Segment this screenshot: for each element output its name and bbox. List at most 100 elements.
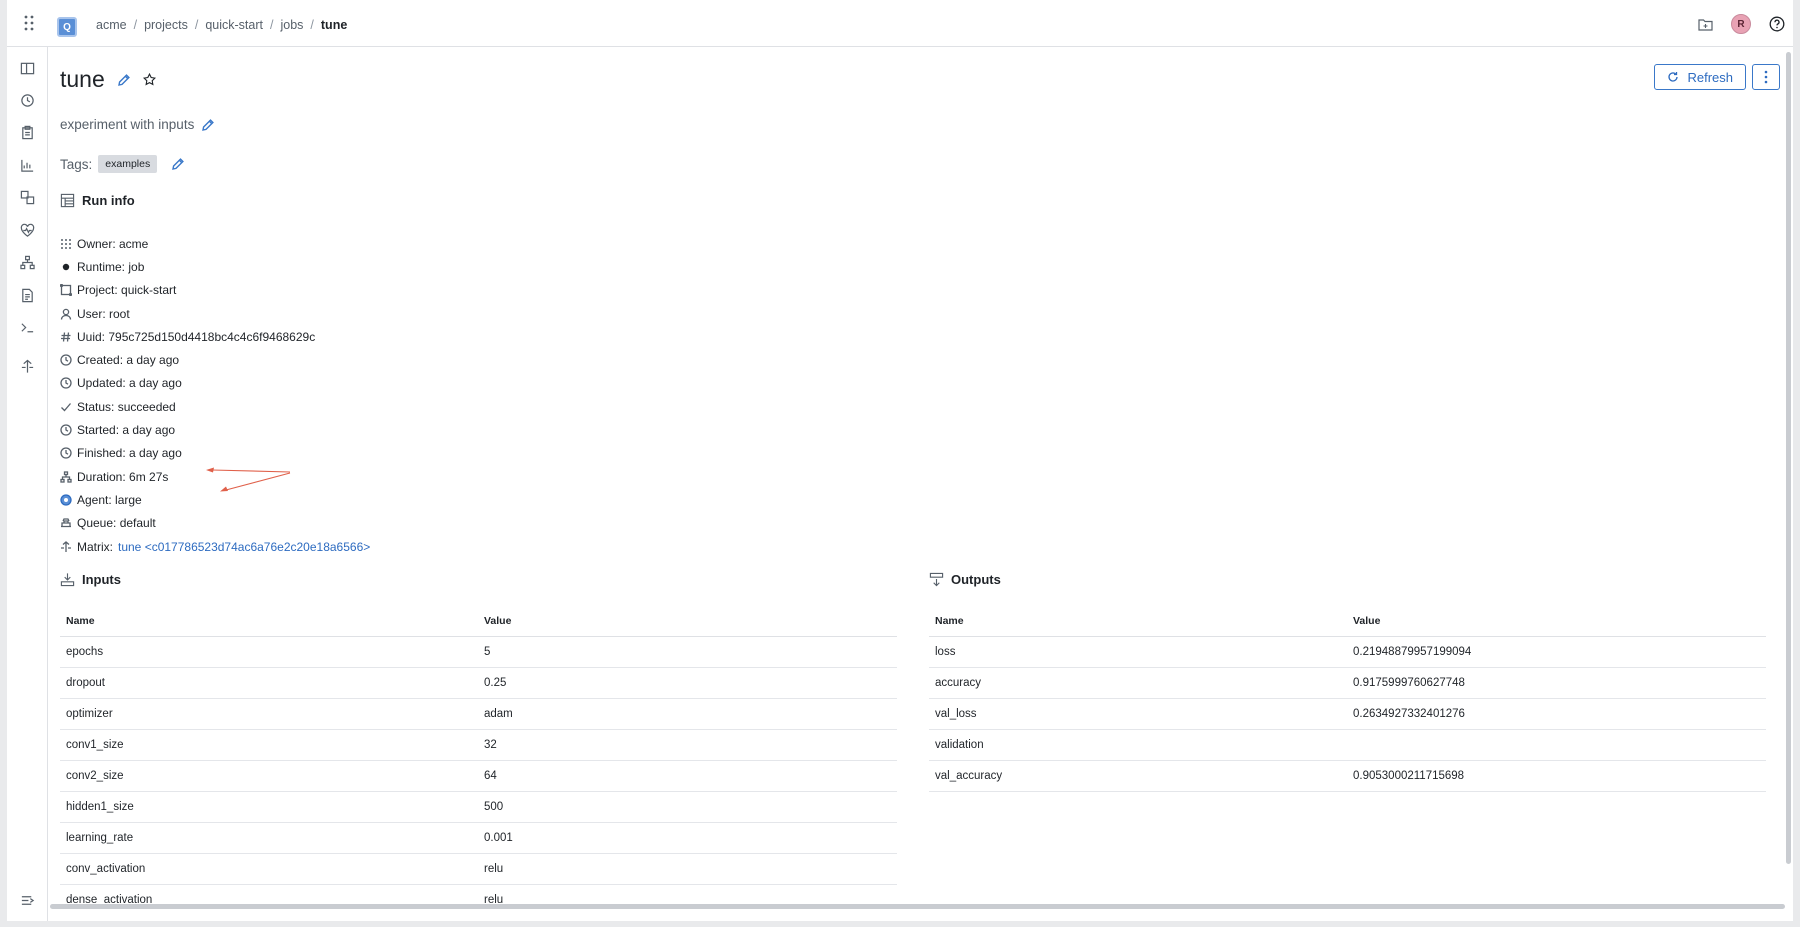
- column-header-value: Value: [478, 607, 897, 637]
- input-value-cell: relu: [478, 853, 897, 885]
- tags-row: Tags: examples: [60, 155, 185, 173]
- run-info-title: Run info: [82, 193, 135, 208]
- edit-title-pencil-icon[interactable]: [117, 73, 131, 87]
- tag-badge[interactable]: examples: [98, 155, 158, 173]
- sidebar-history-icon[interactable]: [19, 92, 35, 108]
- refresh-button[interactable]: Refresh: [1654, 64, 1746, 90]
- folder-icon[interactable]: [1698, 18, 1713, 31]
- info-matrix: Matrix: tune <c017786523d74ac6a76e2c20e1…: [60, 535, 370, 558]
- sidebar-terminal-icon[interactable]: [19, 319, 35, 335]
- title-row: tune: [60, 66, 156, 93]
- vertical-scrollbar[interactable]: [1786, 52, 1791, 864]
- inputs-icon: [60, 573, 75, 587]
- apps-menu-icon[interactable]: [20, 14, 38, 32]
- sidebar-compare-icon[interactable]: [19, 189, 35, 205]
- check-icon: [61, 402, 71, 412]
- table-row: loss 0.21948879957199094: [929, 636, 1766, 668]
- breadcrumb-separator: /: [310, 18, 314, 32]
- matrix-link[interactable]: tune <c017786523d74ac6a76e2c20e18a6566>: [118, 540, 370, 554]
- refresh-label: Refresh: [1687, 69, 1733, 85]
- output-name-cell: val_accuracy: [929, 760, 1347, 792]
- input-name-cell: conv1_size: [60, 729, 478, 761]
- sidebar-health-icon[interactable]: [19, 222, 35, 238]
- input-value-cell: 0.25: [478, 667, 897, 699]
- sidebar-document-icon[interactable]: [19, 287, 35, 303]
- clock-icon: [60, 447, 72, 459]
- info-status-text: Status: succeeded: [77, 399, 176, 414]
- inputs-table: Name Value epochs 5 dropout 0.25 optimizer…: [60, 607, 897, 909]
- sidebar-clipboard-icon[interactable]: [19, 124, 35, 140]
- agent-icon: [60, 494, 72, 506]
- output-name-cell: loss: [929, 636, 1347, 668]
- breadcrumb-separator: /: [194, 18, 199, 32]
- sidebar-chart-icon[interactable]: [19, 157, 35, 173]
- table-row: val_accuracy 0.9053000211715698: [929, 760, 1766, 792]
- breadcrumb: acme / projects / quick-start / jobs / t…: [96, 18, 347, 32]
- avatar[interactable]: R: [1731, 14, 1751, 34]
- header-actions: Refresh: [1654, 64, 1780, 90]
- column-header-value: Value: [1347, 607, 1766, 637]
- table-row: val_loss 0.2634927332401276: [929, 698, 1766, 730]
- info-finished: Finished: a day ago: [60, 442, 370, 465]
- org-badge[interactable]: Q: [57, 17, 77, 37]
- annotation-arrows: [206, 467, 291, 492]
- clock-icon: [60, 354, 72, 366]
- run-info-list: Owner: acme Runtime: job Project: quick-…: [60, 232, 370, 558]
- app-window: Q acme / projects / quick-start / jobs /…: [7, 0, 1793, 921]
- column-header-name: Name: [60, 607, 478, 637]
- output-name-cell: accuracy: [929, 667, 1347, 699]
- info-status: Status: succeeded: [60, 395, 370, 418]
- edit-description-pencil-icon[interactable]: [201, 118, 215, 132]
- table-header-row: Name Value: [60, 607, 897, 637]
- info-queue: Queue: default: [60, 512, 370, 535]
- info-finished-text: Finished: a day ago: [77, 446, 182, 461]
- inputs-title: Inputs: [82, 572, 121, 587]
- edit-tags-pencil-icon[interactable]: [171, 157, 185, 171]
- sidebar-panel-icon[interactable]: [19, 60, 35, 76]
- refresh-icon: [1668, 72, 1679, 82]
- main-content: tune Refresh experiment with inputs Tags…: [60, 47, 1780, 909]
- star-icon[interactable]: [142, 73, 156, 86]
- hash-icon: [61, 332, 71, 342]
- breadcrumb-quick-start[interactable]: quick-start: [205, 18, 263, 32]
- input-value-cell: 5: [478, 636, 897, 668]
- page-title: tune: [60, 66, 105, 92]
- input-name-cell: conv2_size: [60, 760, 478, 792]
- info-updated: Updated: a day ago: [60, 372, 370, 395]
- output-value-cell: [1347, 729, 1766, 761]
- breadcrumb-tune: tune: [320, 18, 348, 32]
- input-name-cell: dropout: [60, 667, 478, 699]
- grid-dots-icon: [61, 238, 71, 249]
- info-created-text: Created: a day ago: [77, 353, 180, 368]
- info-started: Started: a day ago: [60, 418, 370, 441]
- sidebar-collapse-icon[interactable]: [19, 892, 35, 908]
- info-runtime: Runtime: job: [60, 255, 370, 278]
- help-icon[interactable]: [1769, 16, 1785, 32]
- input-value-cell: 64: [478, 760, 897, 792]
- breadcrumb-acme[interactable]: acme: [96, 18, 127, 32]
- breadcrumb-separator: /: [133, 18, 138, 32]
- clock-icon: [60, 377, 72, 390]
- topbar-actions: R: [1698, 14, 1785, 34]
- kebab-menu-icon: [1764, 70, 1768, 84]
- table-row: learning_rate 0.001: [60, 822, 897, 854]
- info-user: User: root: [60, 302, 370, 325]
- queue-icon: [61, 518, 71, 528]
- input-name-cell: optimizer: [60, 698, 478, 730]
- run-info-heading: Run info: [60, 193, 135, 208]
- input-value-cell: 0.001: [478, 822, 897, 854]
- breadcrumb-jobs[interactable]: jobs: [280, 18, 303, 32]
- info-owner-text: Owner: acme: [77, 236, 149, 251]
- info-started-text: Started: a day ago: [77, 423, 176, 438]
- sidebar-matrix-icon[interactable]: [19, 358, 35, 374]
- breadcrumb-projects[interactable]: projects: [144, 18, 188, 32]
- table-row: conv2_size 64: [60, 760, 897, 792]
- more-options-button[interactable]: [1752, 64, 1780, 90]
- table-row: conv1_size 32: [60, 729, 897, 761]
- horizontal-scrollbar[interactable]: [50, 904, 1785, 909]
- table-row: optimizer adam: [60, 698, 897, 730]
- outputs-table: Name Value loss 0.21948879957199094 accur…: [929, 607, 1766, 792]
- top-bar: Q acme / projects / quick-start / jobs /…: [7, 0, 1793, 47]
- input-name-cell: conv_activation: [60, 853, 478, 885]
- sidebar-hierarchy-icon[interactable]: [19, 254, 35, 270]
